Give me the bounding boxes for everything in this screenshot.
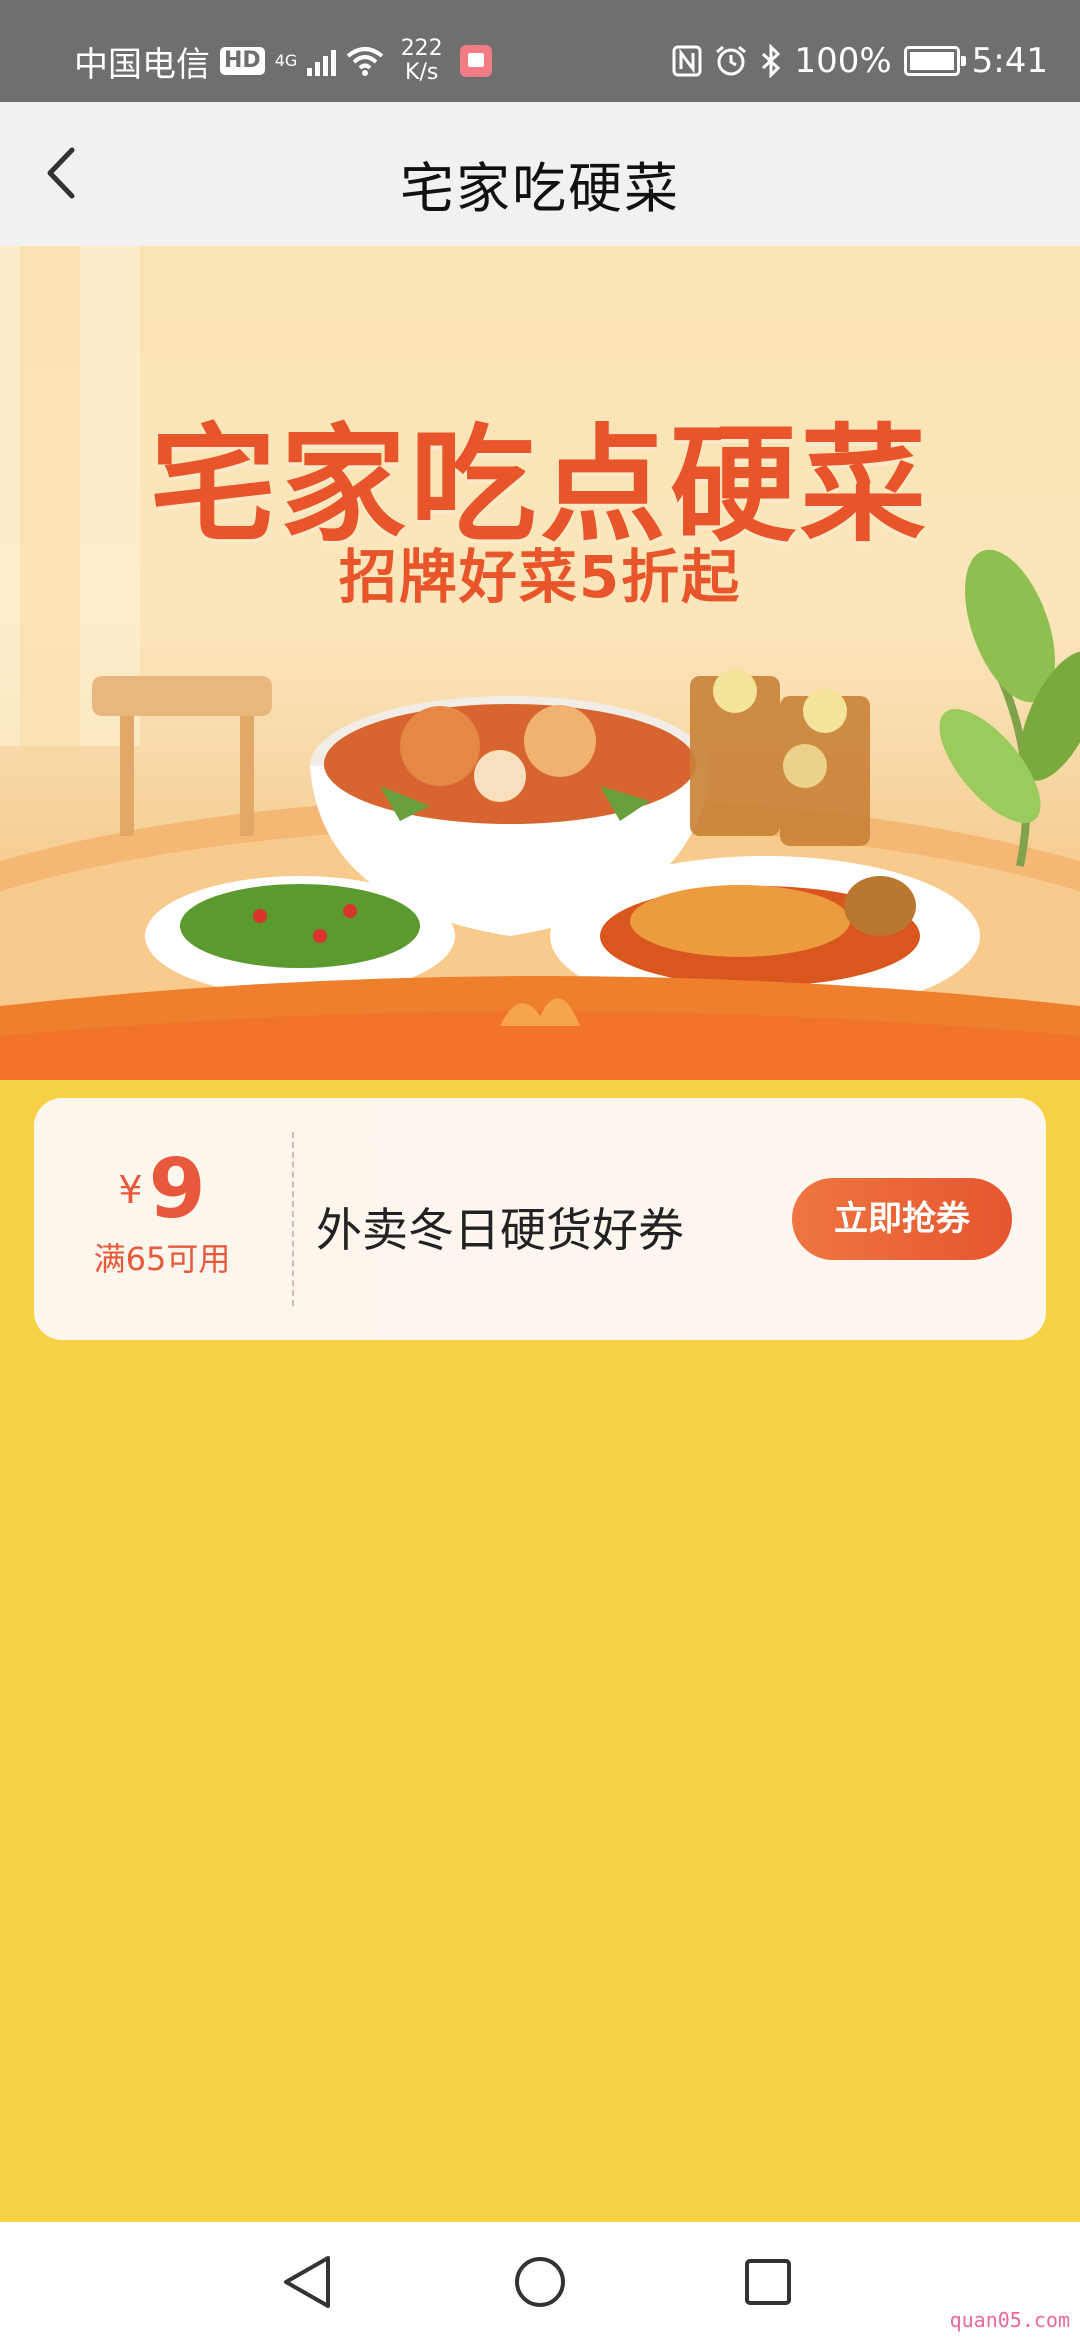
signal-icon	[306, 46, 336, 76]
status-bar-right: 100% 5:41	[672, 34, 1048, 88]
page-title: 宅家吃硬菜	[400, 157, 680, 220]
notification-app-icon	[459, 45, 492, 77]
status-bar: 中国电信 HD 4G 222 K/s 100% 5:41	[0, 0, 1080, 102]
coupon-divider	[292, 1132, 294, 1306]
coupon-amount: ¥9	[34, 1142, 290, 1237]
claim-coupon-button[interactable]: 立即抢券	[792, 1178, 1012, 1260]
battery-icon	[903, 46, 966, 76]
network-speed-unit: K/s	[405, 60, 439, 85]
network-speed: 222 K/s	[394, 37, 450, 85]
system-nav-bar: quan05.com	[0, 2222, 1080, 2340]
nav-bar: 宅家吃硬菜	[0, 102, 1080, 246]
coupon-value: 9	[148, 1142, 206, 1237]
nfc-icon	[672, 45, 702, 77]
status-bar-left: 中国电信 HD 4G 222 K/s	[74, 34, 492, 88]
promo-banner[interactable]: 宅家吃点硬菜 招牌好菜5折起	[0, 246, 1080, 1080]
coupon-card: ¥9 满65可用 外卖冬日硬货好券 立即抢券	[34, 1098, 1046, 1340]
nav-recents-icon[interactable]	[733, 2250, 803, 2314]
battery-percent: 100%	[794, 41, 892, 81]
network-type: 4G	[274, 51, 298, 70]
alarm-icon	[716, 45, 747, 76]
clock: 5:41	[971, 41, 1048, 81]
network-speed-value: 222	[400, 36, 443, 61]
banner-illustration	[0, 246, 1080, 1080]
hd-badge: HD	[220, 47, 265, 75]
bluetooth-icon	[762, 44, 781, 78]
carrier-name: 中国电信	[74, 44, 210, 85]
currency-symbol: ¥	[118, 1168, 143, 1212]
coupon-name: 外卖冬日硬货好券	[316, 1203, 684, 1257]
watermark: quan05.com	[949, 2308, 1070, 2332]
wifi-icon	[346, 47, 383, 76]
banner-subtitle: 招牌好菜5折起	[338, 543, 742, 611]
nav-home-icon[interactable]	[505, 2250, 575, 2314]
nav-back-icon[interactable]	[272, 2250, 342, 2314]
coupon-condition: 满65可用	[93, 1240, 231, 1278]
